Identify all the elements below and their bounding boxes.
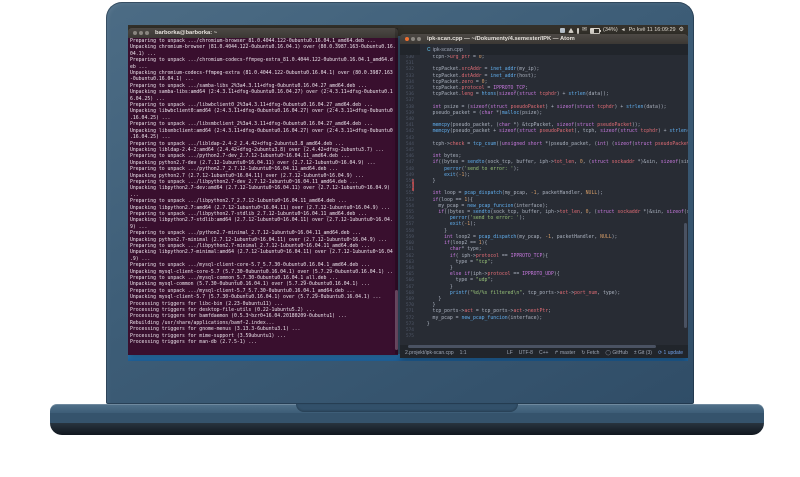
- laptop-base-body: [50, 413, 764, 423]
- desktop: ✉ (34%) ◄ Po kvě 11 16:09:29 ⚙ barborka@…: [128, 25, 688, 361]
- code-line: memcpy(pseudo_packet + sizeof(struct pse…: [432, 129, 688, 135]
- atom-tab-bar: C ipk-scan.cpp: [400, 44, 688, 55]
- editor-code[interactable]: tcph->urg_ptr = 0; tcpPacket.srcAddr = i…: [417, 55, 688, 345]
- window-controls: [405, 37, 421, 41]
- line-number: 575: [405, 334, 414, 340]
- atom-window: ipk-scan.cpp — ~/Dokumenty/4.semester/IP…: [400, 34, 688, 358]
- terminal-line: Unpacking samba-libs:amd64 (2:4.3.11+dfs…: [130, 90, 393, 96]
- terminal-line: Preparing to unpack .../python2.7-minima…: [130, 231, 362, 237]
- terminal-output: Preparing to unpack .../chromium-browser…: [128, 38, 398, 355]
- status-item-c-[interactable]: C++: [539, 350, 548, 356]
- terminal-line: Processing triggers for man-db (2.7.5-1)…: [130, 340, 258, 346]
- terminal-line: Unpacking libwbclient0:amd64 (2:4.3.11+d…: [130, 109, 393, 115]
- terminal-line: Preparing to unpack .../chromium-codecs-…: [130, 58, 393, 64]
- laptop-mockup: ✉ (34%) ◄ Po kvě 11 16:09:29 ⚙ barborka@…: [0, 0, 800, 477]
- wifi-icon[interactable]: [567, 28, 574, 33]
- laptop-base-edge: [50, 423, 764, 435]
- tab-ipk-scan-cpp[interactable]: C ipk-scan.cpp: [420, 44, 470, 55]
- battery-icon[interactable]: [589, 27, 601, 34]
- input-indicator-icon[interactable]: [559, 28, 565, 33]
- status-item-1-update[interactable]: ⟳ 1 update: [658, 350, 683, 356]
- laptop-notch: [296, 404, 518, 412]
- tab-label: ipk-scan.cpp: [432, 46, 463, 53]
- terminal-line: Unpacking chromium-browser (81.0.4044.12…: [130, 45, 396, 51]
- maximize-button[interactable]: [145, 31, 149, 35]
- minimize-button[interactable]: [411, 37, 415, 41]
- status-item-lf[interactable]: LF: [507, 350, 513, 356]
- terminal-scrollbar[interactable]: [395, 28, 398, 354]
- atom-editor[interactable]: 530 531 532 533 534 535 536 537 538 539 540 541 542 5…: [400, 55, 688, 345]
- maximize-button[interactable]: [417, 37, 421, 41]
- atom-title: ipk-scan.cpp — ~/Dokumenty/4.semester/IP…: [427, 36, 575, 42]
- terminal-line: Preparing to unpack .../libsmbclient_2%3…: [130, 122, 373, 128]
- close-button[interactable]: [133, 31, 137, 35]
- laptop-base-lip: [50, 404, 764, 413]
- terminal-line: Unpacking libpython2.7-stdlib:amd64 (2.7…: [130, 218, 393, 224]
- terminal-window: barborka@barborka: ~ Preparing to unpack…: [128, 28, 398, 355]
- status-file-path[interactable]: 2.projekt/ipk-scan.cpp: [405, 350, 454, 356]
- status-cursor-position[interactable]: 1:1: [460, 350, 467, 356]
- editor-gutter: 530 531 532 533 534 535 536 537 538 539 540 541 542 5…: [400, 55, 417, 345]
- code-line: tcph->check = tcp_csum((unsigned short *…: [421, 141, 688, 147]
- status-item-utf-8[interactable]: UTF-8: [519, 350, 533, 356]
- window-controls: [133, 31, 149, 35]
- atom-titlebar[interactable]: ipk-scan.cpp — ~/Dokumenty/4.semester/IP…: [400, 34, 688, 44]
- status-item-git-3-[interactable]: ± Git (3): [634, 350, 652, 356]
- editor-vertical-scrollbar[interactable]: [684, 223, 687, 328]
- terminal-line: Unpacking python2.7 (2.7.12-1ubuntu0~16.…: [130, 173, 364, 179]
- status-item-github[interactable]: ◯ GitHub: [605, 350, 628, 356]
- terminal-line: Unpacking libpython2.7-minimal:amd64 (2.…: [130, 250, 393, 256]
- terminal-titlebar[interactable]: barborka@barborka: ~: [128, 28, 398, 38]
- status-item-fetch[interactable]: ↻ Fetch: [581, 350, 599, 356]
- cpp-file-icon: C: [427, 46, 431, 53]
- terminal-title: barborka@barborka: ~: [155, 30, 218, 36]
- laptop-screen: ✉ (34%) ◄ Po kvě 11 16:09:29 ⚙ barborka@…: [106, 2, 694, 404]
- editor-horizontal-scrollbar[interactable]: [400, 345, 688, 348]
- terminal-line: Unpacking mysql-client-5.7 (5.7.30-0ubun…: [130, 295, 382, 301]
- status-item-master[interactable]: ↱ master: [554, 350, 575, 356]
- bluetooth-icon[interactable]: [576, 27, 579, 34]
- close-button[interactable]: [405, 37, 409, 41]
- atom-status-bar: 2.projekt/ipk-scan.cpp 1:1 LF UTF-8 C++ ↱ m…: [400, 348, 688, 358]
- laptop-base: [50, 404, 764, 435]
- terminal-line: Preparing to unpack .../mysql-client-cor…: [130, 263, 370, 269]
- terminal-line: Unpacking mysql-common (5.7.30-0ubuntu0.…: [130, 282, 370, 288]
- terminal-line: Unpacking libpython2.7-dev:amd64 (2.7.12…: [130, 186, 390, 192]
- minimize-button[interactable]: [139, 31, 143, 35]
